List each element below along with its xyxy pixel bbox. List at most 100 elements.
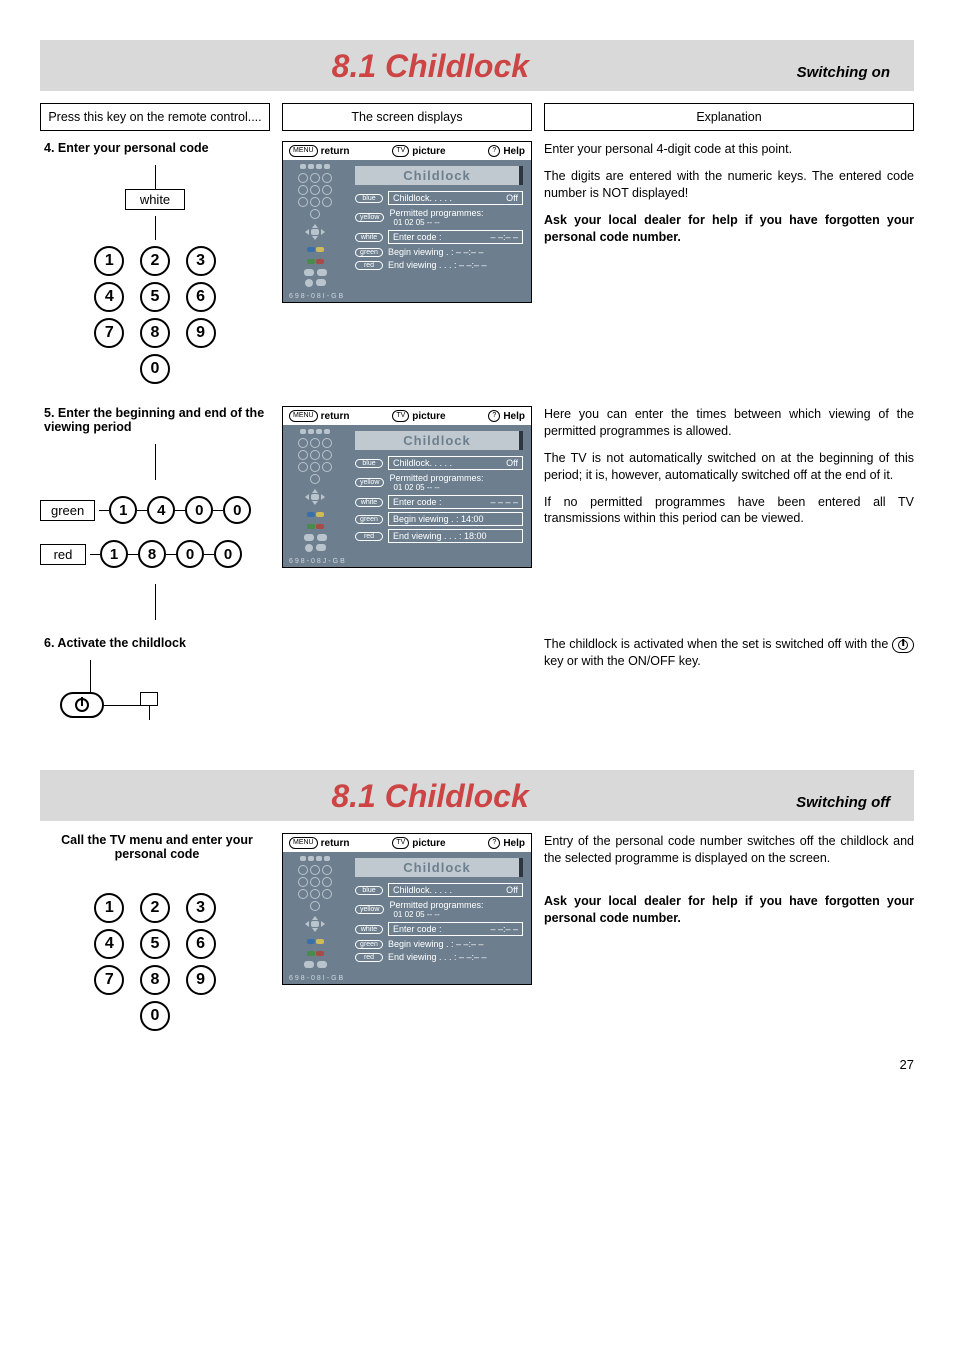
key-5[interactable]: 5 bbox=[140, 282, 170, 312]
key-2[interactable]: 2 bbox=[140, 893, 170, 923]
osd-entercode-value: – –:– – bbox=[490, 924, 518, 934]
osd-remote-icon bbox=[283, 160, 347, 291]
seq-key[interactable]: 1 bbox=[100, 540, 128, 568]
osd-begin-label: Begin viewing . : – –:– – bbox=[388, 247, 484, 257]
step5-exp-1: Here you can enter the times between whi… bbox=[544, 406, 914, 440]
return-label: return bbox=[321, 146, 350, 157]
help-pill: ? bbox=[488, 410, 500, 422]
blue-pill: blue bbox=[355, 194, 383, 203]
osd-childlock-label: Childlock. . . . . bbox=[393, 193, 452, 203]
step4-exp-3: Ask your local dealer for help if you ha… bbox=[544, 212, 914, 246]
green-pill: green bbox=[355, 248, 383, 257]
key-1[interactable]: 1 bbox=[94, 246, 124, 276]
seq-key[interactable]: 4 bbox=[147, 496, 175, 524]
white-pill: white bbox=[355, 233, 383, 242]
key-9[interactable]: 9 bbox=[186, 318, 216, 348]
osd-end-label: End viewing . . . : – –:– – bbox=[388, 952, 487, 962]
seq-key[interactable]: 1 bbox=[109, 496, 137, 524]
seq-key[interactable]: 0 bbox=[185, 496, 213, 524]
key-5[interactable]: 5 bbox=[140, 929, 170, 959]
numeric-keypad-off: 1 2 3 4 5 6 7 8 9 0 bbox=[40, 893, 270, 1031]
osd-childlock-label: Childlock. . . . . bbox=[393, 458, 452, 468]
osd-entercode-label: Enter code : bbox=[393, 497, 442, 507]
step4-label: 4. Enter your personal code bbox=[40, 141, 270, 155]
key-3[interactable]: 3 bbox=[186, 893, 216, 923]
key-8[interactable]: 8 bbox=[140, 318, 170, 348]
step6-label: 6. Activate the childlock bbox=[40, 636, 270, 650]
key-2[interactable]: 2 bbox=[140, 246, 170, 276]
yellow-pill: yellow bbox=[355, 478, 384, 487]
osd-entercode-value: – –:– – bbox=[490, 232, 518, 242]
numeric-keypad: 1 2 3 4 5 6 7 8 9 0 bbox=[40, 246, 270, 384]
key-3[interactable]: 3 bbox=[186, 246, 216, 276]
seq-key[interactable]: 0 bbox=[223, 496, 251, 524]
help-label: Help bbox=[503, 146, 525, 157]
step6-exp-pre: The childlock is activated when the set … bbox=[544, 637, 892, 651]
osd-begin-label: Begin viewing . : – –:– – bbox=[388, 939, 484, 949]
step4-exp-1: Enter your personal 4-digit code at this… bbox=[544, 141, 914, 158]
green-label: green bbox=[40, 500, 95, 521]
section-subtitle: Switching on bbox=[797, 64, 890, 81]
step6-exp-post: key or with the ON/OFF key. bbox=[544, 654, 701, 668]
seq-key[interactable]: 8 bbox=[138, 540, 166, 568]
off-step-label: Call the TV menu and enter your personal… bbox=[40, 833, 270, 861]
red-pill: red bbox=[355, 953, 383, 962]
osd-remote-icon bbox=[283, 425, 347, 556]
key-4[interactable]: 4 bbox=[94, 929, 124, 959]
white-pill: white bbox=[355, 498, 383, 507]
help-pill: ? bbox=[488, 145, 500, 157]
white-key-label: white bbox=[125, 189, 185, 210]
tv-pill: TV bbox=[392, 145, 409, 157]
power-button[interactable] bbox=[60, 692, 104, 718]
step4-exp-2: The digits are entered with the numeric … bbox=[544, 168, 914, 202]
osd-screen-off: MENU return TV picture ? Help Childlock … bbox=[282, 833, 532, 985]
section-title-off: 8.1 Childlock bbox=[64, 778, 796, 815]
title-bar-off: 8.1 Childlock Switching off bbox=[40, 770, 914, 821]
key-9[interactable]: 9 bbox=[186, 965, 216, 995]
return-label: return bbox=[321, 411, 350, 422]
osd-title: Childlock bbox=[355, 858, 523, 877]
switching-off-row: Call the TV menu and enter your personal… bbox=[40, 833, 914, 1037]
step-5-row: 5. Enter the beginning and end of the vi… bbox=[40, 406, 914, 620]
osd-screen-2: MENU return TV picture ? Help Childlock … bbox=[282, 406, 532, 568]
osd-permitted-label: Permitted programmes: bbox=[389, 900, 523, 910]
key-7[interactable]: 7 bbox=[94, 965, 124, 995]
col-header-remote: Press this key on the remote control.... bbox=[40, 103, 270, 131]
osd-title: Childlock bbox=[355, 166, 523, 185]
blue-pill: blue bbox=[355, 459, 383, 468]
osd-permitted-label: Permitted programmes: bbox=[389, 473, 523, 483]
col-header-explain: Explanation bbox=[544, 103, 914, 131]
seq-key[interactable]: 0 bbox=[176, 540, 204, 568]
key-1[interactable]: 1 bbox=[94, 893, 124, 923]
key-7[interactable]: 7 bbox=[94, 318, 124, 348]
osd-begin-label: Begin viewing . : 14:00 bbox=[393, 514, 484, 524]
title-bar-on: 8.1 Childlock Switching on bbox=[40, 40, 914, 91]
seq-key[interactable]: 0 bbox=[214, 540, 242, 568]
inline-power-icon bbox=[892, 637, 914, 653]
key-6[interactable]: 6 bbox=[186, 282, 216, 312]
red-pill: red bbox=[355, 532, 383, 541]
step5-exp-2: The TV is not automatically switched on … bbox=[544, 450, 914, 484]
key-0[interactable]: 0 bbox=[140, 354, 170, 384]
picture-label: picture bbox=[412, 411, 445, 422]
key-4[interactable]: 4 bbox=[94, 282, 124, 312]
step-6-row: 6. Activate the childlock The childlock … bbox=[40, 636, 914, 720]
key-8[interactable]: 8 bbox=[140, 965, 170, 995]
green-sequence: green 1 4 0 0 bbox=[40, 496, 270, 524]
osd-end-label: End viewing . . . : 18:00 bbox=[393, 531, 487, 541]
red-label: red bbox=[40, 544, 86, 565]
help-label: Help bbox=[503, 838, 525, 849]
col-header-screen: The screen displays bbox=[282, 103, 532, 131]
key-6[interactable]: 6 bbox=[186, 929, 216, 959]
picture-label: picture bbox=[412, 838, 445, 849]
help-label: Help bbox=[503, 411, 525, 422]
page-number: 27 bbox=[40, 1057, 914, 1072]
osd-childlock-value: Off bbox=[506, 458, 518, 468]
osd-foot-code: 698-08I-GB bbox=[283, 291, 531, 302]
osd-entercode-label: Enter code : bbox=[393, 924, 442, 934]
osd-entercode-value: – – – – bbox=[490, 497, 518, 507]
osd-childlock-label: Childlock. . . . . bbox=[393, 885, 452, 895]
osd-end-label: End viewing . . . : – –:– – bbox=[388, 260, 487, 270]
key-0[interactable]: 0 bbox=[140, 1001, 170, 1031]
tv-pill: TV bbox=[392, 410, 409, 422]
